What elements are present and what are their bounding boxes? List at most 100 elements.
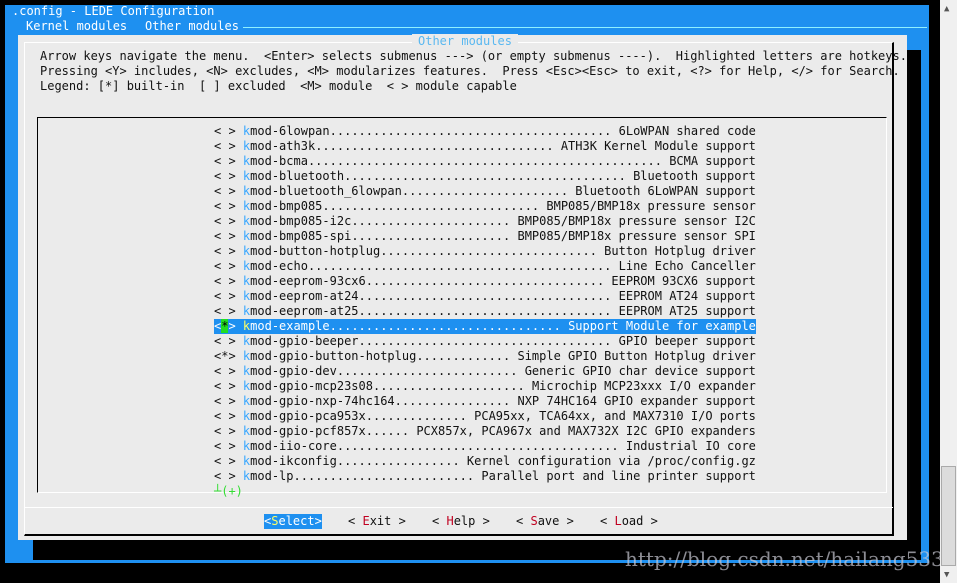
button-label: Load [614, 514, 644, 528]
item-name: mod-bcma [250, 154, 308, 168]
menu-item[interactable]: < > kmod-iio-core.......................… [214, 439, 756, 454]
scroll-up-icon[interactable]: ▲ [944, 2, 949, 17]
item-leader: ....................................... [336, 439, 626, 453]
item-name: mod-lp [250, 469, 294, 483]
button-bracket-close: > [314, 514, 322, 528]
item-leader: ................................. [315, 139, 561, 153]
item-name: mod-eeprom-at25 [250, 304, 359, 318]
item-description: BMP085/BMP18x pressure sensor I2C [517, 214, 756, 228]
item-name: mod-eeprom-93cx6 [250, 274, 366, 288]
menu-item[interactable]: < > kmod-ath3k..........................… [214, 139, 756, 154]
item-name: mod-gpio-nxp-74hc164 [250, 394, 395, 408]
button-bracket-open: < [348, 514, 363, 528]
item-name: mod-bmp085-spi [250, 229, 352, 243]
bracket-close: > [228, 424, 243, 438]
item-name: mod-gpio-beeper [250, 334, 359, 348]
button-save[interactable]: < Save > [516, 514, 574, 529]
menu-item[interactable]: < > kmod-6lowpan........................… [214, 124, 756, 139]
item-description: ATH3K Kernel Module support [560, 139, 756, 153]
item-description: Line Echo Canceller [618, 259, 756, 273]
item-name: mod-gpio-pcf857x [250, 424, 366, 438]
button-label: Save [530, 514, 560, 528]
button-bracket-close: > [559, 514, 574, 528]
menu-item[interactable]: < > kmod-bmp085.........................… [214, 199, 756, 214]
menu-item[interactable]: < > kmod-gpio-dev.......................… [214, 364, 756, 379]
item-leader: ........................................… [307, 259, 619, 273]
item-description: BMP085/BMP18x pressure sensor [546, 199, 756, 213]
item-description: EEPROM 93CX6 support [611, 274, 756, 288]
button-bracket-close: > [475, 514, 490, 528]
item-name: mod-ikconfig [250, 454, 337, 468]
menu-item[interactable]: <*> kmod-gpio-button-hotplug............… [214, 349, 756, 364]
breadcrumb-line [243, 27, 927, 28]
menu-item[interactable]: < > kmod-bluetooth......................… [214, 169, 756, 184]
watermark: http://blog.csdn.net/hailang5337 [625, 547, 957, 571]
bracket-close: > [228, 229, 243, 243]
menu-item[interactable]: < > kmod-eeprom-at24....................… [214, 289, 756, 304]
item-description: Kernel configuration via /proc/config.gz [466, 454, 756, 468]
bracket-close: > [228, 139, 243, 153]
menu-item[interactable]: < > kmod-button-hotplug.................… [214, 244, 756, 259]
item-leader: .............. [365, 409, 475, 423]
menu-item[interactable]: < > kmod-gpio-mcp23s08..................… [214, 379, 756, 394]
button-bracket-close: > [643, 514, 658, 528]
bracket-close: > [228, 319, 243, 333]
button-help[interactable]: < Help > [432, 514, 490, 529]
menu-item[interactable]: < > kmod-ikconfig................. Kerne… [214, 454, 756, 469]
item-leader: ...................... [351, 214, 518, 228]
item-description: Bluetooth 6LoWPAN support [575, 184, 756, 198]
menu-item[interactable]: < > kmod-lp......................... Par… [214, 469, 756, 484]
button-bracket-open: < [264, 514, 272, 528]
item-name: mod-gpio-button-hotplug [250, 349, 417, 363]
item-leader: ..................... [372, 379, 532, 393]
menu-item[interactable]: < > kmod-bluetooth_6lowpan..............… [214, 184, 756, 199]
bracket-close: > [228, 454, 243, 468]
menu-item[interactable]: < > kmod-bmp085-spi.....................… [214, 229, 756, 244]
item-name: mod-gpio-dev [250, 364, 337, 378]
item-description: PCX857x, PCA967x and MAX732X I2C GPIO ex… [416, 424, 756, 438]
scrollbar-thumb[interactable] [941, 466, 956, 566]
bracket-close: > [228, 244, 243, 258]
menu-item[interactable]: < > kmod-gpio-pca953x.............. PCA9… [214, 409, 756, 424]
button-load[interactable]: < Load > [600, 514, 658, 529]
item-description: EEPROM AT24 support [618, 289, 756, 303]
bracket-close: > [228, 364, 243, 378]
menu-item[interactable]: < > kmod-eeprom-at25....................… [214, 304, 756, 319]
bracket-close: > [228, 124, 243, 138]
menu-item[interactable]: < > kmod-gpio-nxp-74hc164...............… [214, 394, 756, 409]
item-name: mod-eeprom-at24 [250, 289, 359, 303]
menu-item[interactable]: < > kmod-gpio-beeper....................… [214, 334, 756, 349]
button-exit[interactable]: < Exit > [348, 514, 406, 529]
bracket-close: > [228, 379, 243, 393]
item-name: mod-gpio-mcp23s08 [250, 379, 373, 393]
item-leader: ............. [416, 349, 518, 363]
button-select[interactable]: <Select> [264, 514, 322, 529]
item-leader: ................ [394, 394, 518, 408]
item-description: Parallel port and line printer support [481, 469, 756, 483]
item-leader: ...................... [351, 229, 518, 243]
item-description: PCA95xx, TCA64xx, and MAX7310 I/O ports [474, 409, 756, 423]
item-description: BCMA support [669, 154, 756, 168]
menu-item[interactable]: < > kmod-eeprom-93cx6...................… [214, 274, 756, 289]
button-label: Select [271, 514, 315, 528]
item-description: Microchip MCP23xxx I/O expander [531, 379, 756, 393]
help-line-3: Legend: [*] built-in [ ] excluded <M> mo… [40, 79, 517, 93]
menu-item[interactable]: < > kmod-gpio-pcf857x...... PCX857x, PCA… [214, 424, 756, 439]
menu-item[interactable]: < > kmod-bcma...........................… [214, 154, 756, 169]
item-name: mod-bluetooth [250, 169, 345, 183]
scrollbar[interactable]: ▲ ▼ [940, 0, 957, 583]
item-leader: ........................................… [307, 154, 670, 168]
item-leader: ......................... [293, 469, 482, 483]
item-description: Button Hotplug driver [604, 244, 756, 258]
item-name: mod-iio-core [250, 439, 337, 453]
button-label: Exit [362, 514, 392, 528]
bracket-close: > [228, 274, 243, 288]
item-leader: ....................... [401, 184, 576, 198]
button-bracket-close: > [391, 514, 406, 528]
scroll-down-icon[interactable]: ▼ [944, 568, 949, 583]
menu-item[interactable]: < > kmod-bmp085-i2c.....................… [214, 214, 756, 229]
item-leader: .............................. [322, 199, 547, 213]
menu-item[interactable]: < > kmod-echo...........................… [214, 259, 756, 274]
menu-item[interactable]: <*> kmod-example........................… [214, 319, 756, 334]
item-name: mod-echo [250, 259, 308, 273]
